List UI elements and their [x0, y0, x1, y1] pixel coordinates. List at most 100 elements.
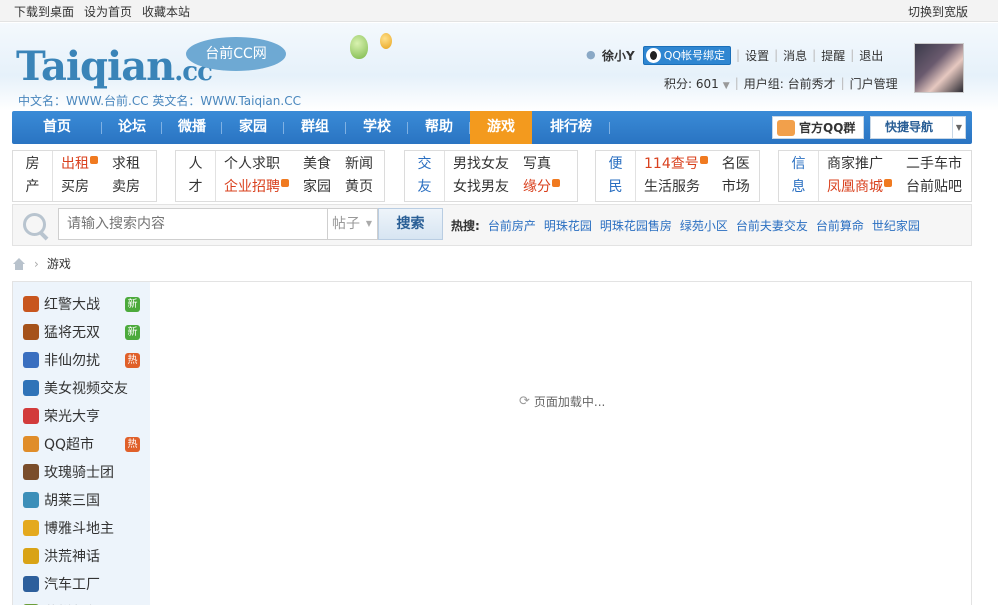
- link-home-space[interactable]: 家园: [303, 176, 331, 199]
- game-icon: [23, 464, 39, 480]
- balloon-icon: [350, 35, 368, 59]
- nav-help[interactable]: 帮助: [408, 111, 470, 144]
- category-label: 人才: [176, 151, 216, 201]
- qq-group-button[interactable]: 官方QQ群: [772, 116, 864, 139]
- bookmark-link[interactable]: 收藏本站: [142, 3, 190, 20]
- messages-link[interactable]: 消息: [783, 47, 807, 64]
- link-recruit[interactable]: 企业招聘: [224, 176, 289, 199]
- sidebar-item-game[interactable]: 胡莱三国: [13, 486, 150, 514]
- chevron-down-icon: ▼: [365, 219, 372, 228]
- sidebar-item-game[interactable]: 汽车工厂: [13, 570, 150, 598]
- search-input[interactable]: [58, 208, 328, 240]
- sidebar-item-label: 美女视频交友: [44, 381, 128, 397]
- link-job-seek[interactable]: 个人求职: [224, 153, 289, 176]
- hot-word[interactable]: 台前房产: [488, 217, 536, 234]
- main-content: 红警大战新猛将无双 新非仙勿扰热美女视频交友 荣光大亨 QQ超市热玫瑰骑士团胡莱三国博…: [12, 281, 972, 605]
- sidebar-item-game[interactable]: 洪荒神话: [13, 542, 150, 570]
- link-yellow-pages[interactable]: 黄页: [345, 176, 373, 199]
- chevron-right-icon: ›: [34, 256, 39, 271]
- hot-word[interactable]: 绿苑小区: [680, 217, 728, 234]
- hot-tag-icon: [552, 179, 560, 187]
- new-badge: 新: [125, 325, 140, 340]
- site-logo[interactable]: Taiqian.cc: [16, 43, 213, 90]
- hot-search-label: 热搜:: [451, 219, 480, 233]
- qq-penguin-icon: [645, 47, 661, 63]
- nav-groups[interactable]: 群组: [284, 111, 346, 144]
- loading-indicator: ⟳ 页面加载中...: [519, 394, 606, 409]
- chevron-down-icon: ▼: [722, 80, 730, 91]
- sidebar-item-game[interactable]: 美女视频交友: [13, 374, 150, 402]
- sidebar-item-label: 玫瑰骑士团: [44, 465, 114, 481]
- link-seek-rent[interactable]: 求租: [112, 153, 140, 176]
- link-photos[interactable]: 写真: [523, 153, 560, 176]
- switch-wide-link[interactable]: 切换到宽版: [908, 5, 968, 19]
- nav-home-space[interactable]: 家园: [222, 111, 284, 144]
- sidebar-item-game[interactable]: 花样年华: [13, 598, 150, 605]
- game-sidebar: 红警大战新猛将无双 新非仙勿扰热美女视频交友 荣光大亨 QQ超市热玫瑰骑士团胡莱三国博…: [13, 282, 150, 605]
- portal-admin-link[interactable]: 门户管理: [850, 75, 898, 92]
- qq-bind-button[interactable]: QQ帐号绑定: [642, 45, 732, 65]
- top-bar: 下载到桌面 设为首页 收藏本站 切换到宽版: [0, 0, 998, 22]
- sidebar-item-label: 猛将无双: [44, 325, 100, 341]
- domain-text: 中文名：WWW.台前.CC 英文名：WWW.Taiqian.CC: [18, 94, 301, 108]
- new-badge: 新: [125, 297, 140, 312]
- points-link[interactable]: 积分: 601 ▼: [664, 75, 730, 92]
- nav-school[interactable]: 学校: [346, 111, 408, 144]
- link-phoenix-mall[interactable]: 凤凰商城: [827, 176, 892, 199]
- set-homepage-link[interactable]: 设为首页: [84, 3, 132, 20]
- hot-word[interactable]: 明珠花园售房: [600, 217, 672, 234]
- hot-word[interactable]: 世纪家园: [872, 217, 920, 234]
- game-icon: [23, 296, 39, 312]
- sidebar-item-label: 汽车工厂: [44, 577, 100, 593]
- avatar[interactable]: [914, 43, 964, 93]
- link-women-seek[interactable]: 女找男友: [453, 176, 509, 199]
- hot-word[interactable]: 台前算命: [816, 217, 864, 234]
- link-men-seek[interactable]: 男找女友: [453, 153, 509, 176]
- nav-home[interactable]: 首页: [12, 111, 102, 144]
- search-type-select[interactable]: 帖子 ▼: [328, 208, 378, 240]
- logout-link[interactable]: 退出: [859, 47, 883, 64]
- usergroup-link[interactable]: 用户组: 台前秀才: [744, 75, 836, 92]
- game-icon: [23, 436, 39, 452]
- sidebar-item-game[interactable]: 猛将无双 新: [13, 318, 150, 346]
- sidebar-item-label: 荣光大亨: [44, 409, 100, 425]
- username-link[interactable]: 徐小Y: [602, 47, 635, 64]
- sidebar-item-game[interactable]: 玫瑰骑士团: [13, 458, 150, 486]
- sidebar-item-label: QQ超市: [44, 437, 95, 453]
- link-sell-house[interactable]: 卖房: [112, 176, 140, 199]
- link-life-services[interactable]: 生活服务: [644, 176, 708, 199]
- link-tieba[interactable]: 台前贴吧: [906, 176, 962, 199]
- download-desktop-link[interactable]: 下载到桌面: [14, 3, 74, 20]
- settings-link[interactable]: 设置: [745, 47, 769, 64]
- sidebar-item-game[interactable]: QQ超市 热: [13, 430, 150, 458]
- reminders-link[interactable]: 提醒: [821, 47, 845, 64]
- sidebar-item-game[interactable]: 非仙勿扰 热: [13, 346, 150, 374]
- category-label: 房产: [13, 151, 53, 201]
- game-icon: [23, 520, 39, 536]
- quick-nav-dropdown[interactable]: 快捷导航 ▼: [870, 116, 966, 139]
- link-news[interactable]: 新闻: [345, 153, 373, 176]
- sidebar-item-game[interactable]: 红警大战 新: [13, 290, 150, 318]
- main-nav: 首页 论坛 微播 家园 群组 学校 帮助 游戏 排行榜 官方QQ群 快捷导航 ▼: [12, 111, 972, 144]
- nav-games[interactable]: 游戏: [470, 111, 532, 144]
- link-market[interactable]: 市场: [722, 176, 750, 199]
- hot-word[interactable]: 明珠花园: [544, 217, 592, 234]
- link-promotion[interactable]: 商家推广: [827, 153, 892, 176]
- nav-forum[interactable]: 论坛: [102, 111, 162, 144]
- link-rent-out[interactable]: 出租: [61, 153, 98, 176]
- search-button[interactable]: 搜索: [378, 208, 443, 240]
- link-fate[interactable]: 缘分: [523, 176, 560, 199]
- nav-weibo[interactable]: 微播: [162, 111, 222, 144]
- link-doctors[interactable]: 名医: [722, 153, 750, 176]
- breadcrumb: › 游戏: [12, 255, 71, 272]
- home-icon[interactable]: [12, 257, 26, 270]
- link-114[interactable]: 114查号: [644, 153, 708, 176]
- link-used-cars[interactable]: 二手车市: [906, 153, 962, 176]
- link-food[interactable]: 美食: [303, 153, 331, 176]
- sidebar-item-label: 博雅斗地主: [44, 521, 114, 537]
- nav-ranking[interactable]: 排行榜: [532, 111, 610, 144]
- sidebar-item-game[interactable]: 博雅斗地主: [13, 514, 150, 542]
- link-buy-house[interactable]: 买房: [61, 176, 98, 199]
- hot-word[interactable]: 台前夫妻交友: [736, 217, 808, 234]
- sidebar-item-game[interactable]: 荣光大亨: [13, 402, 150, 430]
